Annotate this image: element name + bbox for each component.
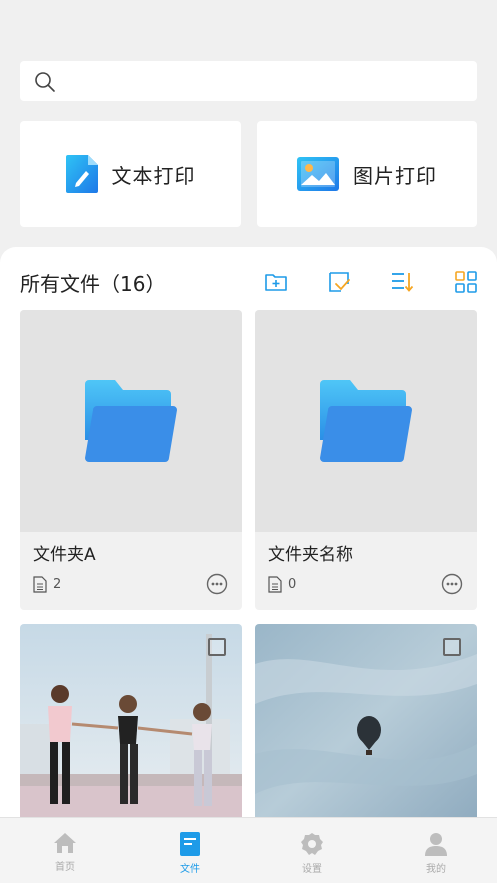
tab-label: 文件 [180, 864, 200, 875]
grid-view-icon[interactable] [454, 270, 478, 294]
image-icon [297, 157, 339, 191]
file-count: 0 [288, 577, 297, 592]
folder-thumbnail [255, 310, 477, 532]
folder-name: 文件夹A [33, 545, 96, 565]
sort-icon[interactable] [390, 270, 414, 294]
search-icon [35, 72, 55, 92]
file-count: 2 [53, 577, 62, 592]
select-checkbox[interactable] [443, 638, 461, 656]
tab-files[interactable]: 文件 [128, 818, 252, 883]
tab-label: 设置 [302, 864, 322, 875]
folder-icon [320, 380, 412, 462]
profile-icon [425, 833, 447, 856]
select-icon[interactable] [327, 270, 351, 294]
tab-profile[interactable]: 我的 [374, 818, 497, 883]
text-print-button[interactable]: 文本打印 [20, 121, 241, 227]
image-print-label: 图片打印 [353, 163, 437, 188]
photo-card[interactable] [255, 624, 477, 824]
tab-settings[interactable]: 设置 [250, 818, 374, 883]
settings-icon [301, 833, 323, 855]
image-print-button[interactable]: 图片打印 [257, 121, 477, 227]
folder-card[interactable]: 文件夹A 2 [20, 310, 242, 610]
text-document-icon [65, 155, 98, 193]
tab-home[interactable]: 首页 [3, 818, 127, 883]
home-icon [54, 833, 76, 853]
tab-label: 首页 [55, 862, 75, 873]
search-bar[interactable] [20, 61, 477, 101]
more-options-icon[interactable] [206, 573, 228, 595]
folder-file-count: 0 [268, 576, 296, 593]
folder-card[interactable]: 文件夹名称 0 [255, 310, 477, 610]
document-icon [268, 576, 282, 593]
files-title: 所有文件（16） [20, 272, 166, 296]
bottom-tab-bar: 首页 文件 设置 我的 [0, 817, 497, 883]
tab-label: 我的 [426, 864, 446, 875]
new-folder-icon[interactable] [264, 270, 288, 294]
folder-file-count: 2 [33, 576, 61, 593]
more-options-icon[interactable] [441, 573, 463, 595]
search-input[interactable] [64, 69, 464, 93]
folder-thumbnail [20, 310, 242, 532]
folder-icon [85, 380, 177, 462]
document-icon [33, 576, 47, 593]
file-icon [180, 832, 200, 856]
text-print-label: 文本打印 [111, 163, 196, 188]
select-checkbox[interactable] [208, 638, 226, 656]
folder-name: 文件夹名称 [268, 545, 353, 565]
photo-card[interactable] [20, 624, 242, 824]
